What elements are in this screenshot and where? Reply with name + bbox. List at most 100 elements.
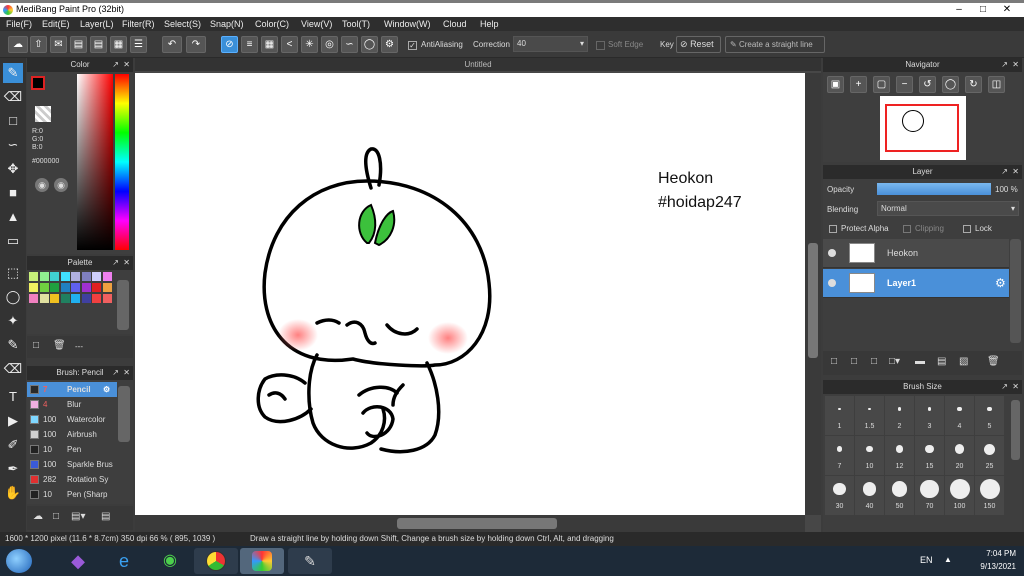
gradient-tool-icon[interactable]: ▭: [3, 231, 23, 251]
protect-alpha-checkbox[interactable]: [829, 225, 837, 233]
hue-slider[interactable]: [115, 74, 129, 250]
antialiasing-checkbox[interactable]: ✓: [408, 41, 417, 50]
snap-off-icon[interactable]: ⊘: [221, 36, 238, 53]
brush-size-cell[interactable]: 30: [825, 476, 854, 515]
select-pen-icon[interactable]: ✎: [3, 335, 23, 355]
add-layer-menu-icon[interactable]: □▾: [889, 356, 900, 367]
snap-settings-icon[interactable]: ⚙: [381, 36, 398, 53]
zoom-fit-icon[interactable]: ▣: [827, 76, 844, 93]
close-icon[interactable]: ✕: [123, 366, 130, 380]
palette-swatch[interactable]: [92, 272, 101, 281]
correction-select[interactable]: 40 ▾: [513, 36, 588, 52]
paint-icon[interactable]: ✎: [288, 548, 332, 574]
menu-window[interactable]: Window(W): [384, 19, 431, 29]
visual-studio-icon[interactable]: ◆: [56, 548, 100, 574]
vertical-scroll-thumb[interactable]: [808, 243, 818, 358]
start-button[interactable]: [6, 549, 32, 573]
foreground-color-swatch[interactable]: [31, 76, 45, 90]
magic-wand-icon[interactable]: ✦: [3, 311, 23, 331]
undo-icon[interactable]: ↶: [162, 36, 182, 53]
brush-item[interactable]: 4 Blur: [27, 397, 117, 412]
new-halftone-layer-icon[interactable]: □: [851, 356, 857, 367]
palette-swatch[interactable]: [92, 283, 101, 292]
menu-filter[interactable]: Filter(R): [122, 19, 155, 29]
new-layer-icon[interactable]: □: [831, 356, 837, 367]
menu-cloud[interactable]: Cloud: [443, 19, 467, 29]
brush-item[interactable]: 100 Watercolor: [27, 412, 117, 427]
trash-icon[interactable]: 🗑: [987, 356, 1000, 367]
flip-icon[interactable]: ◫: [988, 76, 1005, 93]
palette-swatch[interactable]: [81, 294, 91, 303]
close-icon[interactable]: ✕: [123, 256, 130, 270]
redo-icon[interactable]: ↷: [186, 36, 206, 53]
palette-swatch[interactable]: [81, 283, 91, 292]
palette-swatch[interactable]: [71, 283, 80, 292]
divide-tool-icon[interactable]: ✒: [3, 459, 23, 479]
move-tool-icon[interactable]: ✥: [3, 159, 23, 179]
horizontal-scrollbar[interactable]: [135, 515, 805, 532]
palette-swatch[interactable]: [60, 272, 70, 281]
horizontal-scroll-thumb[interactable]: [397, 518, 557, 529]
menu-snap[interactable]: Snap(N): [210, 19, 244, 29]
palette-swatch[interactable]: [29, 294, 38, 303]
menu-help[interactable]: Help: [480, 19, 499, 29]
layer-settings-gear-icon[interactable]: ⚙: [995, 276, 1006, 290]
palette-add-icon[interactable]: ◉: [35, 178, 49, 192]
navigator-preview[interactable]: [880, 96, 966, 160]
fill-rect-tool-icon[interactable]: ■: [3, 183, 23, 203]
palette-swatch[interactable]: [102, 294, 112, 303]
folder-icon[interactable]: ▬: [915, 356, 925, 367]
zoom-out-icon[interactable]: −: [896, 76, 913, 93]
menu-tool[interactable]: Tool(T): [342, 19, 370, 29]
rotate-left-icon[interactable]: ↺: [919, 76, 936, 93]
new-brush-icon[interactable]: □: [53, 511, 59, 522]
palette-swatch[interactable]: [60, 294, 70, 303]
eraser-tool-icon[interactable]: ⌫: [3, 87, 23, 107]
opacity-slider[interactable]: [877, 183, 991, 195]
brush-size-cell[interactable]: 70: [915, 476, 944, 515]
document-icon[interactable]: ▤: [90, 36, 107, 53]
concentric-snap-icon[interactable]: ◎: [321, 36, 338, 53]
palette-swatch[interactable]: [102, 272, 112, 281]
new-palette-icon[interactable]: □: [33, 340, 39, 351]
new-layer-8bit-icon[interactable]: □: [871, 356, 877, 367]
canvas-text-line1[interactable]: Heokon: [658, 170, 713, 188]
cloud-icon[interactable]: ☁: [8, 36, 28, 53]
layers-icon[interactable]: ▦: [110, 36, 127, 53]
close-icon[interactable]: ✕: [1012, 58, 1019, 72]
layer-row[interactable]: Layer1 ⚙: [823, 269, 1009, 298]
tray-arrow-icon[interactable]: ▲: [944, 555, 952, 564]
comment-icon[interactable]: ✉: [50, 36, 67, 53]
brush-item[interactable]: 282 Rotation Sy: [27, 472, 117, 487]
chat-icon[interactable]: ▤: [70, 36, 87, 53]
dot-tool-icon[interactable]: □: [3, 111, 23, 131]
brush-tool-icon[interactable]: ✎: [3, 63, 23, 83]
soft-edge-checkbox[interactable]: [596, 41, 605, 50]
palette-swatch[interactable]: [29, 283, 38, 292]
menu-color[interactable]: Color(C): [255, 19, 289, 29]
palette-swatch[interactable]: [81, 272, 91, 281]
close-icon[interactable]: ✕: [1012, 165, 1019, 179]
clock-time[interactable]: 7:04 PM: [966, 549, 1016, 558]
select-eraser-icon[interactable]: ⌫: [3, 359, 23, 379]
vertical-scrollbar[interactable]: [805, 73, 821, 515]
share-icon[interactable]: ⇧: [30, 36, 47, 53]
detach-icon[interactable]: ↗: [112, 58, 119, 72]
palette-swatch[interactable]: [50, 283, 59, 292]
reset-button[interactable]: ⊘ Reset: [676, 36, 721, 53]
lasso-tool-icon[interactable]: ◯: [3, 287, 23, 307]
brush-size-cell[interactable]: 1: [825, 396, 854, 435]
menu-edit[interactable]: Edit(E): [42, 19, 70, 29]
maximize-button[interactable]: □: [972, 3, 994, 17]
brush-size-cell[interactable]: 5: [975, 396, 1004, 435]
close-button[interactable]: ✕: [996, 3, 1018, 17]
palette-scrollbar[interactable]: [117, 280, 129, 330]
parallel-snap-icon[interactable]: ≡: [241, 36, 258, 53]
app-green-icon[interactable]: ◉: [148, 548, 192, 574]
medibang-taskbar-icon[interactable]: [240, 548, 284, 574]
brush-size-cell[interactable]: 4: [945, 396, 974, 435]
layer-scrollbar[interactable]: [1010, 239, 1021, 343]
list-icon[interactable]: ☰: [130, 36, 147, 53]
palette-swatch[interactable]: [92, 294, 101, 303]
clock-date[interactable]: 9/13/2021: [966, 562, 1016, 571]
